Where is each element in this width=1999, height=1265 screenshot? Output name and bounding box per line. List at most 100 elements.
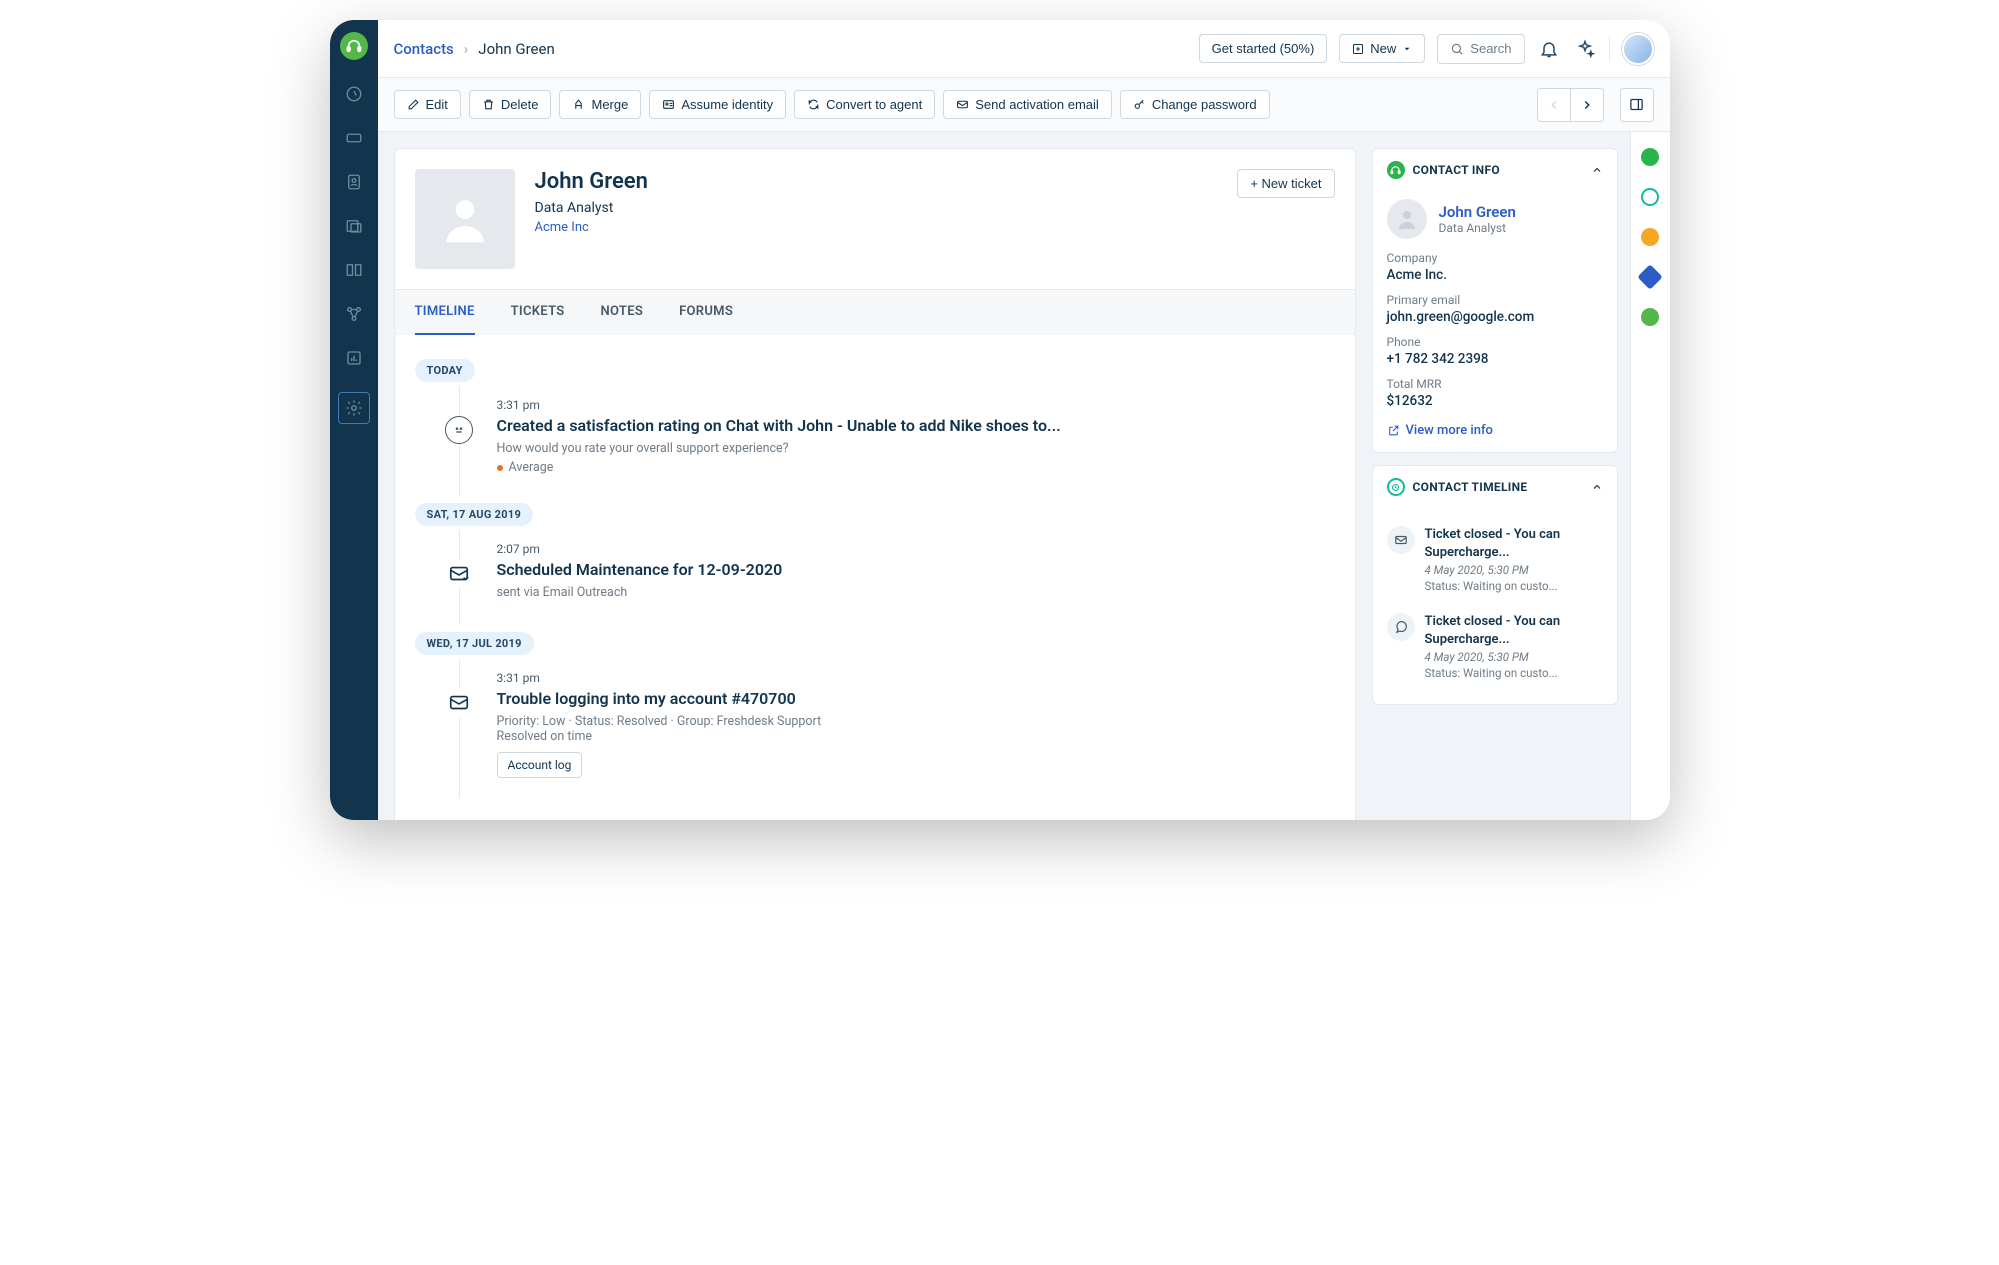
send-activation-button[interactable]: Send activation email [943,90,1112,119]
field-label: Phone [1387,335,1603,349]
edit-button[interactable]: Edit [394,90,461,119]
ct-title: Ticket closed - You can Supercharge... [1425,526,1603,561]
tab-forums[interactable]: FORUMS [679,290,733,335]
merge-button[interactable]: Merge [559,90,641,119]
timeline-rating: Average [497,460,1335,475]
actionbar: Edit Delete Merge Assume identity Conver… [378,78,1670,132]
nav-tickets-icon[interactable] [344,128,364,148]
timeline-time: 3:31 pm [497,398,1335,412]
timeline-item: 2:07 pm Scheduled Maintenance for 12-09-… [415,530,1335,624]
tag-account-log[interactable]: Account log [497,752,583,778]
timeline: TODAY 3:31 pm Created a satisfaction rat… [394,335,1356,820]
notifications-icon[interactable] [1537,37,1561,61]
contact-timeline-item[interactable]: Ticket closed - You can Supercharge... 4… [1387,603,1603,690]
app-frame: Contacts › John Green Get started (50%) … [330,20,1670,820]
center-column: John Green Data Analyst Acme Inc + New t… [378,132,1372,820]
timeline-title[interactable]: Trouble logging into my account #470700 [497,689,1335,708]
headset-icon [1387,161,1405,179]
contact-timeline-item[interactable]: Ticket closed - You can Supercharge... 4… [1387,516,1603,603]
timeline-title[interactable]: Scheduled Maintenance for 12-09-2020 [497,560,1335,579]
dot-icon [497,465,503,471]
tab-tickets[interactable]: TICKETS [511,290,565,335]
ct-status: Status: Waiting on custo... [1425,666,1603,680]
rail-app-2[interactable] [1641,188,1659,206]
search-button[interactable]: Search [1437,34,1524,64]
timeline-resolved: Resolved on time [497,729,1335,744]
nav-dashboard-icon[interactable] [344,84,364,104]
left-nav [330,20,378,820]
delete-button[interactable]: Delete [469,90,552,119]
get-started-button[interactable]: Get started (50%) [1199,34,1328,63]
contact-avatar-icon [1387,199,1427,239]
nav-knowledge-icon[interactable] [344,260,364,280]
id-icon [662,98,675,111]
nav-reports-icon[interactable] [344,348,364,368]
contact-info-panel: CONTACT INFO John Green Data Analyst Com… [1372,148,1618,453]
timeline-item: 3:31 pm Created a satisfaction rating on… [415,386,1335,495]
tabs: TIMELINE TICKETS NOTES FORUMS [395,289,1355,335]
date-pill: WED, 17 JUL 2019 [415,632,534,655]
new-button[interactable]: New [1339,34,1425,63]
app-logo[interactable] [340,32,368,60]
refresh-icon [807,98,820,111]
ct-status: Status: Waiting on custo... [1425,579,1603,593]
external-link-icon [1387,424,1400,437]
search-icon [1450,42,1464,56]
tab-notes[interactable]: NOTES [601,290,644,335]
profile-card: John Green Data Analyst Acme Inc + New t… [394,148,1356,336]
chevron-down-icon [1402,44,1412,54]
layout-toggle-button[interactable] [1620,88,1654,122]
next-button[interactable] [1570,88,1604,122]
breadcrumb-current: John Green [478,40,554,58]
main-area: Contacts › John Green Get started (50%) … [378,20,1670,820]
prev-button[interactable] [1537,88,1571,122]
field-label: Total MRR [1387,377,1603,391]
nav-settings-icon[interactable] [338,392,370,424]
field-label: Company [1387,251,1603,265]
timeline-sub: sent via Email Outreach [497,585,1335,600]
panel-header[interactable]: CONTACT TIMELINE [1373,466,1617,508]
rail-app-4[interactable] [1637,264,1662,289]
face-neutral-icon [445,416,473,444]
breadcrumb: Contacts › John Green [394,40,555,58]
profile-info: John Green Data Analyst Acme Inc [535,169,648,269]
contact-info-name[interactable]: John Green [1439,203,1516,221]
pencil-icon [407,98,420,111]
nav-solutions-icon[interactable] [344,216,364,236]
mail-icon [445,689,473,717]
nav-automation-icon[interactable] [344,304,364,324]
rail-app-3[interactable] [1641,228,1659,246]
timeline-sub: How would you rate your overall support … [497,441,1335,456]
contact-role: Data Analyst [535,200,648,216]
rail-app-5[interactable] [1641,308,1659,326]
timeline-title[interactable]: Created a satisfaction rating on Chat wi… [497,416,1335,435]
ct-title: Ticket closed - You can Supercharge... [1425,613,1603,648]
contact-info-role: Data Analyst [1439,221,1516,235]
change-password-button[interactable]: Change password [1120,90,1270,119]
timeline-meta: Priority: Low · Status: Resolved · Group… [497,714,1335,729]
new-ticket-button[interactable]: + New ticket [1237,169,1334,198]
ct-meta: 4 May 2020, 5:30 PM [1425,563,1603,577]
trash-icon [482,98,495,111]
assume-identity-button[interactable]: Assume identity [649,90,786,119]
ct-meta: 4 May 2020, 5:30 PM [1425,650,1603,664]
chevron-up-icon [1591,164,1603,176]
topbar: Contacts › John Green Get started (50%) … [378,20,1670,78]
nav-contacts-icon[interactable] [344,172,364,192]
rail-app-1[interactable] [1641,148,1659,166]
breadcrumb-root[interactable]: Contacts [394,40,454,58]
pager [1537,88,1604,122]
mail-icon [1387,526,1415,554]
convert-agent-button[interactable]: Convert to agent [794,90,935,119]
panel-header[interactable]: CONTACT INFO [1373,149,1617,191]
contact-timeline-panel: CONTACT TIMELINE Ticket closed - You can… [1372,465,1618,705]
sparkle-icon[interactable] [1573,37,1597,61]
view-more-link[interactable]: View more info [1387,423,1603,438]
right-column: CONTACT INFO John Green Data Analyst Com… [1372,132,1630,820]
user-avatar[interactable] [1622,33,1654,65]
divider [1609,37,1610,61]
timeline-time: 3:31 pm [497,671,1335,685]
tab-timeline[interactable]: TIMELINE [415,290,475,335]
contact-company-link[interactable]: Acme Inc [535,220,648,235]
field-value: +1 782 342 2398 [1387,351,1603,367]
